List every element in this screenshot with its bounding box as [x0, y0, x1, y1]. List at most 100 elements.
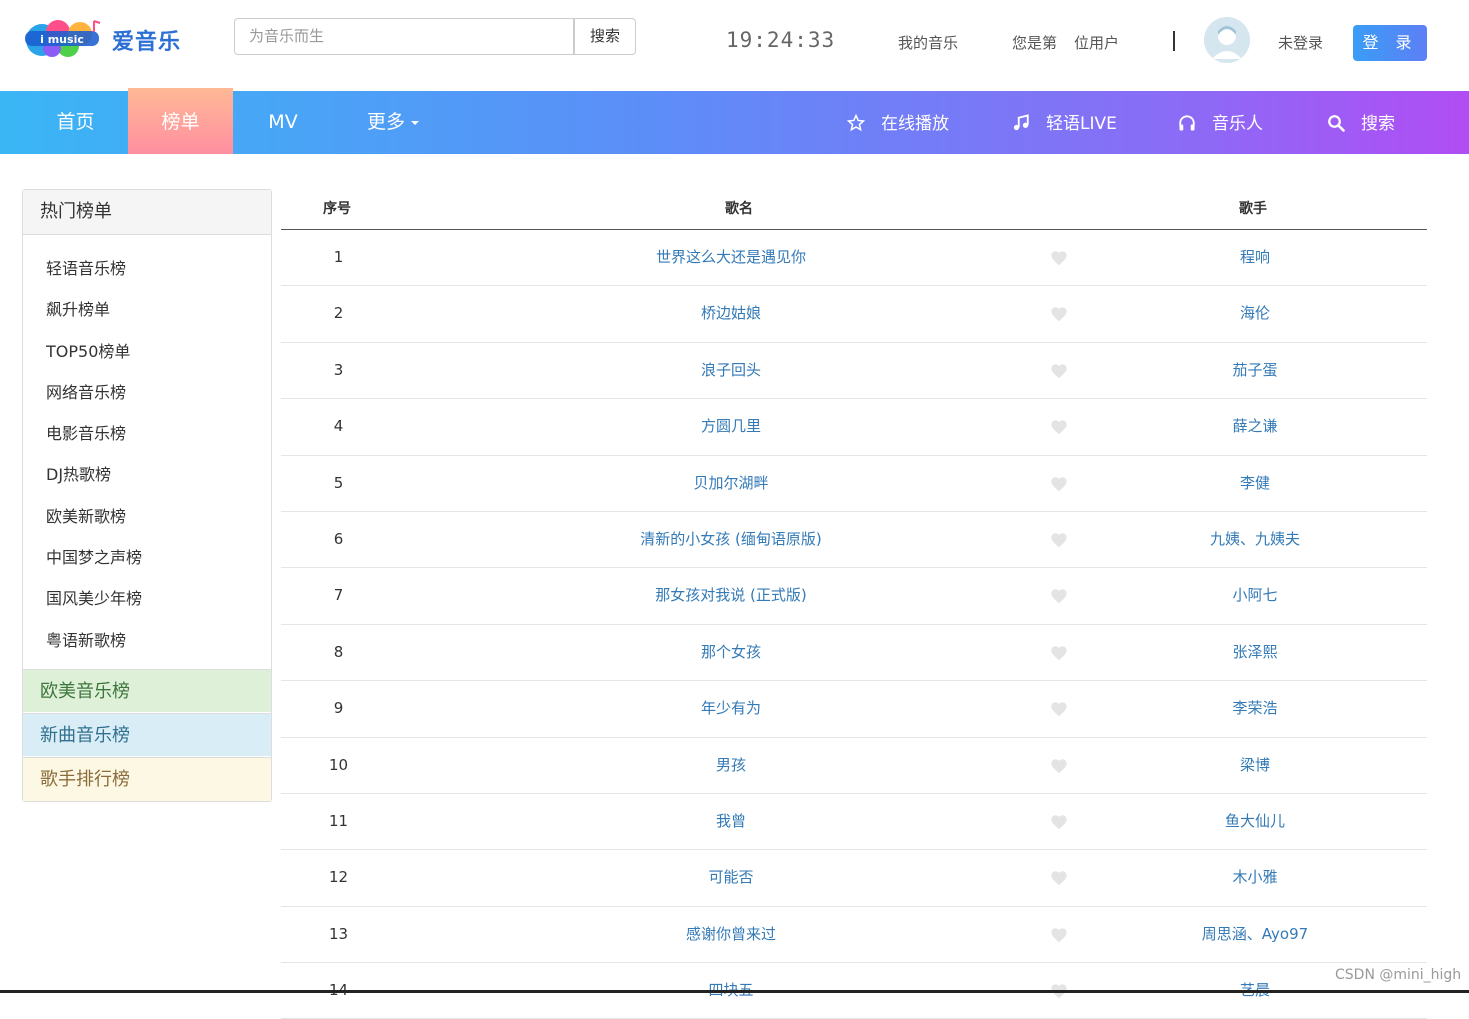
row-number: 2	[333, 304, 344, 323]
heart-icon[interactable]	[1041, 512, 1076, 567]
singer-link[interactable]: 小阿七	[1126, 568, 1384, 623]
heart-icon[interactable]	[1041, 738, 1076, 793]
song-link[interactable]: 男孩	[531, 738, 931, 793]
nav-mv[interactable]: MV	[233, 91, 333, 154]
heart-icon[interactable]	[1041, 907, 1076, 962]
row-number: 12	[328, 868, 349, 887]
watermark: CSDN @mini_high	[1335, 967, 1462, 983]
row-number: 10	[328, 755, 349, 774]
nav-live[interactable]: 轻语LIVE	[1012, 91, 1117, 154]
nav-online-play[interactable]: 在线播放	[847, 91, 949, 154]
singer-link[interactable]: 李健	[1126, 456, 1384, 511]
header-divider	[1173, 31, 1175, 51]
nav-search[interactable]: 搜索	[1327, 91, 1395, 154]
row-number: 4	[333, 417, 344, 436]
sidebar-item[interactable]: 欧美新歌榜	[23, 496, 271, 537]
song-link[interactable]: 浪子回头	[531, 343, 931, 398]
header: i music 爱音乐 为音乐而生 搜索 19:24:33 我的音乐 您是第 位…	[0, 0, 1469, 90]
sidebar-item[interactable]: 国风美少年榜	[23, 578, 271, 619]
song-link[interactable]: 方圆几里	[531, 399, 931, 454]
visitor-count-prefix: 您是第	[1012, 34, 1058, 52]
sidebar-item[interactable]: 轻语音乐榜	[23, 248, 271, 289]
nav-musicians-label: 音乐人	[1212, 114, 1263, 134]
sidebar-item[interactable]: DJ热歌榜	[23, 454, 271, 495]
singer-link[interactable]: 周思涵、Ayo97	[1126, 907, 1384, 962]
header-no: 序号	[323, 201, 351, 217]
table-row: 3 浪子回头 茄子蛋	[281, 343, 1427, 400]
headphones-icon	[1179, 115, 1195, 131]
heart-icon[interactable]	[1041, 681, 1076, 736]
header-song: 歌名	[725, 201, 753, 217]
sidebar-item[interactable]: 中国梦之声榜	[23, 537, 271, 578]
table-header: 序号 歌名 歌手	[281, 190, 1427, 230]
site-logo[interactable]: i music 爱音乐	[22, 14, 202, 64]
my-music-link[interactable]: 我的音乐	[898, 32, 958, 53]
nav-musicians[interactable]: 音乐人	[1178, 91, 1263, 154]
header-singer: 歌手	[1239, 201, 1267, 217]
singer-link[interactable]: 木小雅	[1126, 850, 1384, 905]
row-number: 11	[328, 811, 349, 830]
nav-more[interactable]: 更多	[348, 91, 438, 154]
row-number: 6	[333, 529, 344, 548]
music-note-icon	[1013, 114, 1029, 131]
heart-icon[interactable]	[1041, 850, 1076, 905]
nav-more-label: 更多	[366, 111, 405, 133]
singer-link[interactable]: 程响	[1126, 230, 1384, 285]
sidebar-list: 轻语音乐榜 飙升榜单 TOP50榜单 网络音乐榜 电影音乐榜 DJ热歌榜 欧美新…	[23, 235, 271, 661]
heart-icon[interactable]	[1041, 399, 1076, 454]
heart-icon[interactable]	[1041, 625, 1076, 680]
search-button[interactable]: 搜索	[574, 18, 636, 55]
song-link[interactable]: 我曾	[531, 794, 931, 849]
search-input[interactable]: 为音乐而生	[234, 18, 574, 55]
singer-link[interactable]: 薛之谦	[1126, 399, 1384, 454]
singer-link[interactable]: 鱼大仙儿	[1126, 794, 1384, 849]
heart-icon[interactable]	[1041, 794, 1076, 849]
avatar[interactable]	[1204, 17, 1250, 63]
song-link[interactable]: 桥边姑娘	[531, 286, 931, 341]
sidebar-title: 热门榜单	[23, 190, 271, 235]
star-icon	[847, 114, 865, 132]
heart-icon[interactable]	[1041, 230, 1076, 285]
nav-charts[interactable]: 榜单	[128, 88, 233, 154]
table-row: 7 那女孩对我说 (正式版) 小阿七	[281, 568, 1427, 625]
heart-icon[interactable]	[1041, 568, 1076, 623]
song-link[interactable]: 那个女孩	[531, 625, 931, 680]
table-body: 1 世界这么大还是遇见你 程响 2 桥边姑娘 海伦 3 浪子回头 茄子蛋 4 方圆几里 薛之谦 5 贝加尔…	[281, 230, 1427, 1019]
sidebar-item[interactable]: 粤语新歌榜	[23, 620, 271, 661]
login-button[interactable]: 登 录	[1353, 25, 1427, 61]
heart-icon[interactable]	[1041, 286, 1076, 341]
chevron-down-icon	[411, 120, 419, 125]
singer-link[interactable]: 张泽熙	[1126, 625, 1384, 680]
song-link[interactable]: 世界这么大还是遇见你	[531, 230, 931, 285]
singer-link[interactable]: 海伦	[1126, 286, 1384, 341]
nav-home[interactable]: 首页	[23, 91, 128, 154]
user-status: 未登录	[1278, 34, 1324, 52]
heart-icon[interactable]	[1041, 343, 1076, 398]
clock-display: 19:24:33	[726, 28, 836, 52]
table-row: 11 我曾 鱼大仙儿	[281, 794, 1427, 851]
song-link[interactable]: 年少有为	[531, 681, 931, 736]
row-number: 9	[333, 699, 344, 718]
song-link[interactable]: 清新的小女孩 (缅甸语原版)	[531, 512, 931, 567]
sidebar-item[interactable]: 电影音乐榜	[23, 413, 271, 454]
song-link[interactable]: 那女孩对我说 (正式版)	[531, 568, 931, 623]
sidebar-block-western[interactable]: 欧美音乐榜	[23, 669, 271, 712]
song-link[interactable]: 可能否	[531, 850, 931, 905]
avatar-icon	[1204, 17, 1250, 63]
singer-link[interactable]: 李荣浩	[1126, 681, 1384, 736]
singer-link[interactable]: 九姨、九姨夫	[1126, 512, 1384, 567]
singer-link[interactable]: 梁博	[1126, 738, 1384, 793]
song-link[interactable]: 感谢你曾来过	[531, 907, 931, 962]
visitor-count-suffix: 位用户	[1074, 34, 1120, 52]
sidebar-item[interactable]: 网络音乐榜	[23, 372, 271, 413]
song-link[interactable]: 贝加尔湖畔	[531, 456, 931, 511]
sidebar-block-new-songs[interactable]: 新曲音乐榜	[23, 713, 271, 756]
singer-link[interactable]: 茄子蛋	[1126, 343, 1384, 398]
sidebar-item[interactable]: TOP50榜单	[23, 331, 271, 372]
table-row: 2 桥边姑娘 海伦	[281, 286, 1427, 343]
row-number: 5	[333, 473, 344, 492]
sidebar-block-singers[interactable]: 歌手排行榜	[23, 757, 271, 801]
sidebar-item[interactable]: 飙升榜单	[23, 289, 271, 330]
table-row: 1 世界这么大还是遇见你 程响	[281, 230, 1427, 287]
heart-icon[interactable]	[1041, 456, 1076, 511]
